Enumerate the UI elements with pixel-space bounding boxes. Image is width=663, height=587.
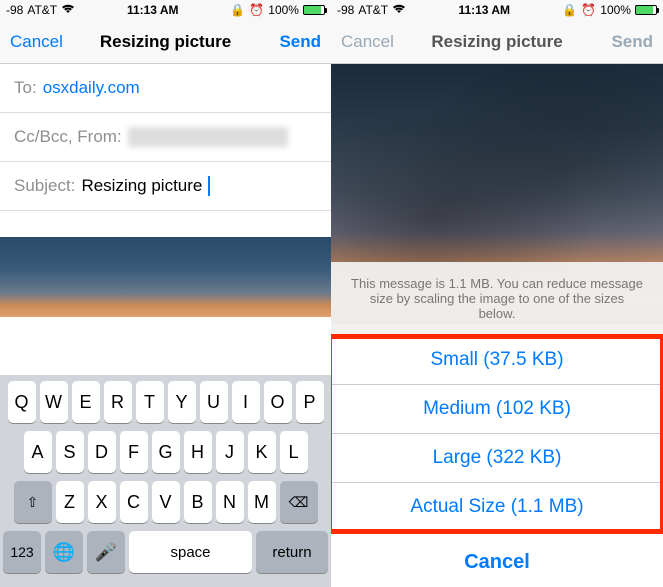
nav-title: Resizing picture [70, 32, 261, 52]
key-return[interactable]: return [256, 531, 328, 573]
message-body[interactable] [0, 211, 331, 317]
keyboard-row-4: 123 🌐 🎤 space return [3, 531, 328, 573]
keyboard-row-2: A S D F G H J K L [3, 431, 328, 473]
status-bar: -98 AT&T 11:13 AM 🔒 ⏰ 100% [0, 0, 331, 20]
resize-action-sheet: This message is 1.1 MB. You can reduce m… [331, 262, 663, 587]
sheet-options: Small (37.5 KB) Medium (102 KB) Large (3… [331, 336, 663, 532]
cancel-button: Cancel [341, 32, 401, 52]
nav-bar: Cancel Resizing picture Send [331, 20, 663, 64]
key-w[interactable]: W [40, 381, 68, 423]
nav-bar: Cancel Resizing picture Send [0, 20, 331, 64]
key-o[interactable]: O [264, 381, 292, 423]
key-f[interactable]: F [120, 431, 148, 473]
battery-icon [303, 5, 325, 15]
key-t[interactable]: T [136, 381, 164, 423]
key-mic[interactable]: 🎤 [87, 531, 125, 573]
key-c[interactable]: C [120, 481, 148, 523]
attached-photo[interactable] [0, 237, 331, 317]
text-cursor [208, 176, 210, 196]
to-value: osxdaily.com [43, 78, 140, 98]
signal-strength: -98 [6, 3, 23, 17]
keyboard: Q W E R T Y U I O P A S D F G H J K L [0, 375, 331, 587]
keyboard-row-1: Q W E R T Y U I O P [3, 381, 328, 423]
status-time: 11:13 AM [458, 3, 510, 17]
signal-strength: -98 [337, 3, 354, 17]
orientation-lock-icon: 🔒 [230, 3, 245, 17]
nav-title: Resizing picture [401, 32, 593, 52]
key-v[interactable]: V [152, 481, 180, 523]
compose-screen: -98 AT&T 11:13 AM 🔒 ⏰ 100% Cancel Resizi… [0, 0, 331, 587]
key-a[interactable]: A [24, 431, 52, 473]
battery-pct: 100% [268, 3, 299, 17]
from-value-redacted [128, 127, 288, 147]
size-option-small[interactable]: Small (37.5 KB) [331, 336, 663, 385]
size-option-large[interactable]: Large (322 KB) [331, 434, 663, 483]
send-button: Send [593, 32, 653, 52]
key-k[interactable]: K [248, 431, 276, 473]
key-b[interactable]: B [184, 481, 212, 523]
key-p[interactable]: P [296, 381, 324, 423]
carrier-label: AT&T [27, 3, 57, 17]
sheet-message: This message is 1.1 MB. You can reduce m… [331, 262, 663, 336]
key-g[interactable]: G [152, 431, 180, 473]
key-z[interactable]: Z [56, 481, 84, 523]
key-numbers[interactable]: 123 [3, 531, 41, 573]
key-l[interactable]: L [280, 431, 308, 473]
size-option-actual[interactable]: Actual Size (1.1 MB) [331, 483, 663, 532]
send-button[interactable]: Send [261, 32, 321, 52]
wifi-icon [392, 3, 406, 17]
key-h[interactable]: H [184, 431, 212, 473]
key-r[interactable]: R [104, 381, 132, 423]
wifi-icon [61, 3, 75, 17]
status-time: 11:13 AM [127, 3, 179, 17]
to-field[interactable]: To: osxdaily.com [0, 64, 331, 113]
ccbcc-label: Cc/Bcc, From: [14, 127, 122, 147]
subject-field[interactable]: Subject: Resizing picture [0, 162, 331, 211]
key-space[interactable]: space [129, 531, 252, 573]
sheet-cancel-button[interactable]: Cancel [331, 538, 663, 587]
key-delete[interactable]: ⌫ [280, 481, 318, 523]
key-s[interactable]: S [56, 431, 84, 473]
ccbcc-field[interactable]: Cc/Bcc, From: [0, 113, 331, 162]
key-shift[interactable]: ⇧ [14, 481, 52, 523]
key-y[interactable]: Y [168, 381, 196, 423]
key-n[interactable]: N [216, 481, 244, 523]
key-d[interactable]: D [88, 431, 116, 473]
battery-pct: 100% [600, 3, 631, 17]
subject-value: Resizing picture [81, 176, 202, 196]
key-q[interactable]: Q [8, 381, 36, 423]
key-i[interactable]: I [232, 381, 260, 423]
battery-icon [635, 5, 657, 15]
key-x[interactable]: X [88, 481, 116, 523]
alarm-icon: ⏰ [581, 3, 596, 17]
key-u[interactable]: U [200, 381, 228, 423]
alarm-icon: ⏰ [249, 3, 264, 17]
key-j[interactable]: J [216, 431, 244, 473]
to-label: To: [14, 78, 37, 98]
cancel-button[interactable]: Cancel [10, 32, 70, 52]
carrier-label: AT&T [358, 3, 388, 17]
size-option-medium[interactable]: Medium (102 KB) [331, 385, 663, 434]
orientation-lock-icon: 🔒 [562, 3, 577, 17]
status-bar: -98 AT&T 11:13 AM 🔒 ⏰ 100% [331, 0, 663, 20]
key-m[interactable]: M [248, 481, 276, 523]
key-e[interactable]: E [72, 381, 100, 423]
keyboard-row-3: ⇧ Z X C V B N M ⌫ [3, 481, 328, 523]
resize-sheet-screen: -98 AT&T 11:13 AM 🔒 ⏰ 100% Cancel Resizi… [331, 0, 663, 587]
key-globe[interactable]: 🌐 [45, 531, 83, 573]
subject-label: Subject: [14, 176, 75, 196]
